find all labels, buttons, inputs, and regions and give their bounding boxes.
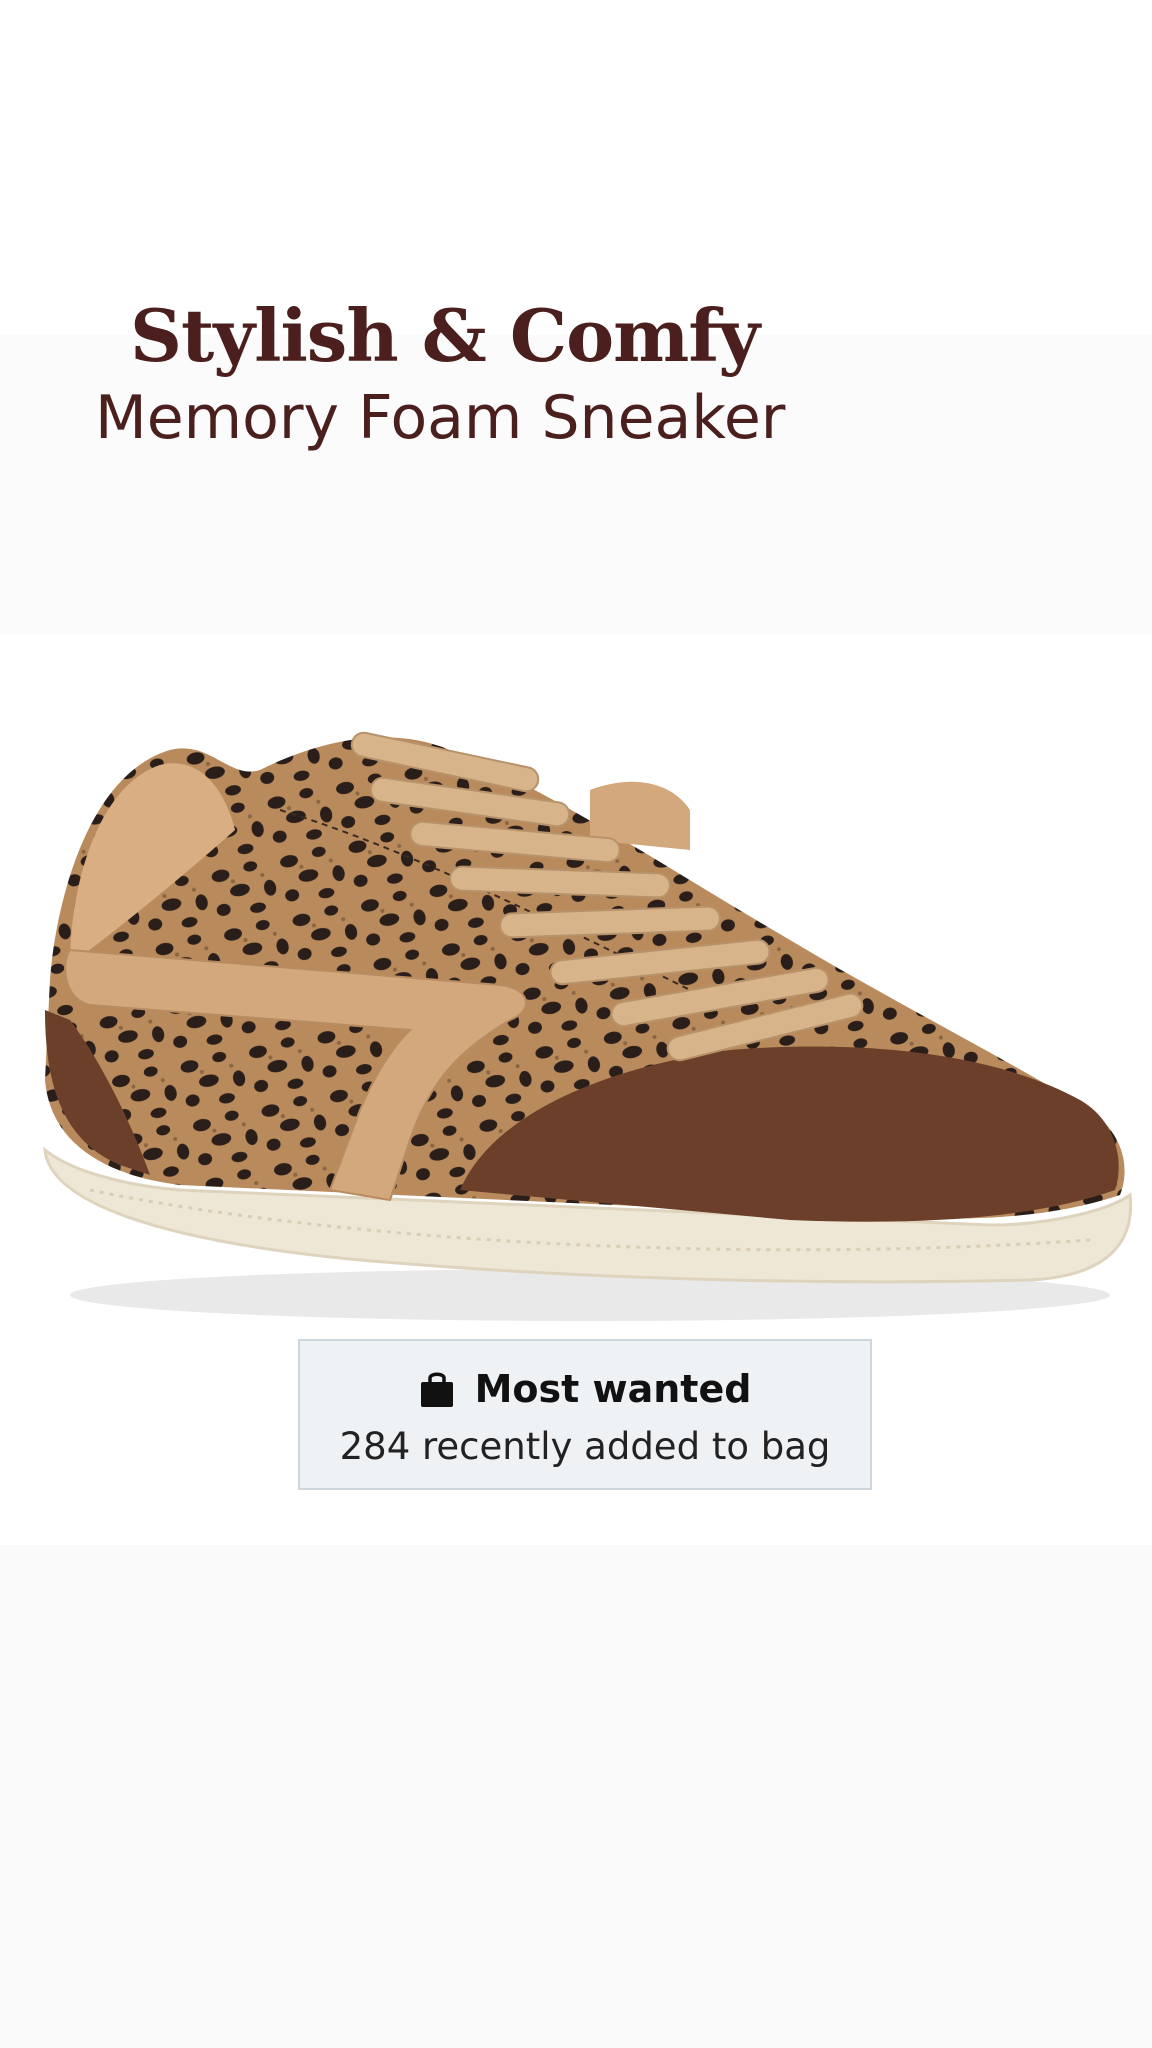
bottom-background xyxy=(0,1545,1152,2048)
headline-subtitle: Memory Foam Sneaker xyxy=(95,383,786,453)
headline-background xyxy=(0,335,1152,635)
badge-header: Most wanted xyxy=(300,1367,870,1411)
badge-title: Most wanted xyxy=(474,1367,752,1411)
shopping-bag-icon xyxy=(419,1370,455,1408)
top-background xyxy=(0,0,1152,335)
headline-title: Stylish & Comfy xyxy=(130,293,760,378)
product-image xyxy=(43,731,1133,1321)
badge-subtitle: 284 recently added to bag xyxy=(339,1425,831,1468)
most-wanted-badge: Most wanted 284 recently added to bag xyxy=(298,1339,872,1490)
